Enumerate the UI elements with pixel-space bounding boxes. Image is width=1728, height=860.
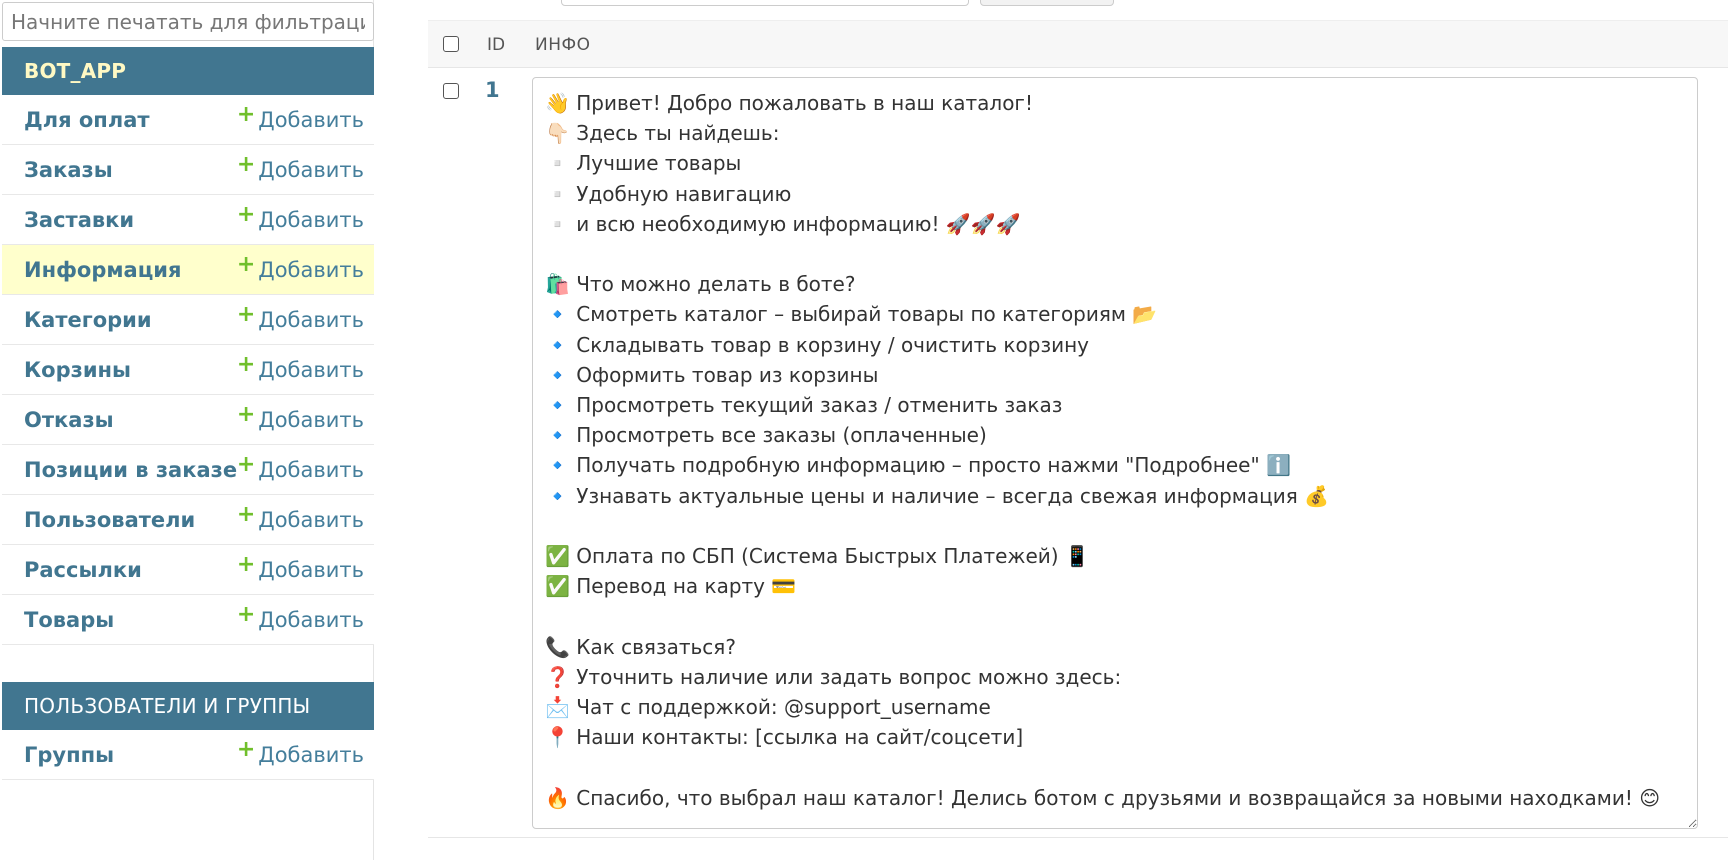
model-link-products[interactable]: Товары: [24, 595, 114, 645]
info-textarea[interactable]: 👋 Привет! Добро пожаловать в наш каталог…: [532, 77, 1698, 829]
column-header-id[interactable]: ID: [487, 21, 505, 69]
add-payments-button[interactable]: + Добавить: [237, 95, 364, 146]
select-all-checkbox[interactable]: [443, 36, 459, 52]
plus-icon: +: [236, 252, 256, 277]
sidebar-item-information: Информация + Добавить: [2, 245, 374, 295]
sidebar-item-products: Товары + Добавить: [2, 595, 374, 645]
model-link-splashes[interactable]: Заставки: [24, 195, 134, 245]
add-information-button[interactable]: + Добавить: [237, 245, 364, 296]
module-bot-app: BOT_APP Для оплат + Добавить Заказы + Доба…: [2, 47, 374, 645]
model-link-categories[interactable]: Категории: [24, 295, 152, 345]
plus-icon: +: [236, 737, 256, 762]
model-link-order-items[interactable]: Позиции в заказе: [24, 445, 237, 495]
row-id-link[interactable]: 1: [485, 78, 500, 102]
add-label: Добавить: [258, 408, 364, 432]
add-label: Добавить: [258, 308, 364, 332]
add-orders-button[interactable]: + Добавить: [237, 145, 364, 196]
add-carts-button[interactable]: + Добавить: [237, 345, 364, 396]
search-input[interactable]: [561, 0, 969, 6]
plus-icon: +: [236, 302, 256, 327]
plus-icon: +: [236, 552, 256, 577]
sidebar-item-groups: Группы + Добавить: [2, 730, 374, 780]
table-row: 1 👋 Привет! Добро пожаловать в наш катал…: [428, 68, 1728, 838]
add-users-button[interactable]: + Добавить: [237, 495, 364, 546]
add-label: Добавить: [258, 358, 364, 382]
table-header: ID ИНФО: [428, 20, 1728, 68]
model-link-information[interactable]: Информация: [24, 245, 181, 295]
add-mailings-button[interactable]: + Добавить: [237, 545, 364, 596]
plus-icon: +: [236, 402, 256, 427]
model-link-mailings[interactable]: Рассылки: [24, 545, 142, 595]
sidebar-item-splashes: Заставки + Добавить: [2, 195, 374, 245]
model-link-groups[interactable]: Группы: [24, 730, 114, 780]
add-refusals-button[interactable]: + Добавить: [237, 395, 364, 446]
add-label: Добавить: [258, 208, 364, 232]
module-auth: ПОЛЬЗОВАТЕЛИ И ГРУППЫ Группы + Добавить: [2, 682, 374, 780]
plus-icon: +: [236, 452, 256, 477]
plus-icon: +: [236, 102, 256, 127]
plus-icon: +: [236, 502, 256, 527]
add-categories-button[interactable]: + Добавить: [237, 295, 364, 346]
row-select-checkbox[interactable]: [443, 83, 459, 99]
results-table: ID ИНФО 1 👋 Привет! Добро пожаловать в н…: [428, 20, 1728, 838]
sidebar-item-refusals: Отказы + Добавить: [2, 395, 374, 445]
sidebar-item-users: Пользователи + Добавить: [2, 495, 374, 545]
sidebar-item-order-items: Позиции в заказе + Добавить: [2, 445, 374, 495]
add-label: Добавить: [258, 258, 364, 282]
add-splashes-button[interactable]: + Добавить: [237, 195, 364, 246]
sidebar-item-categories: Категории + Добавить: [2, 295, 374, 345]
sidebar-item-orders: Заказы + Добавить: [2, 145, 374, 195]
add-label: Добавить: [258, 608, 364, 632]
model-link-refusals[interactable]: Отказы: [24, 395, 114, 445]
add-label: Добавить: [258, 508, 364, 532]
module-caption-auth[interactable]: ПОЛЬЗОВАТЕЛИ И ГРУППЫ: [2, 682, 374, 730]
add-order-items-button[interactable]: + Добавить: [237, 445, 364, 496]
add-label: Добавить: [258, 743, 364, 767]
add-products-button[interactable]: + Добавить: [237, 595, 364, 646]
model-link-users[interactable]: Пользователи: [24, 495, 195, 545]
search-button[interactable]: [980, 0, 1114, 6]
nav-filter-input[interactable]: [2, 2, 374, 41]
sidebar-item-mailings: Рассылки + Добавить: [2, 545, 374, 595]
model-link-carts[interactable]: Корзины: [24, 345, 131, 395]
plus-icon: +: [236, 202, 256, 227]
add-groups-button[interactable]: + Добавить: [237, 730, 364, 781]
sidebar-item-payments: Для оплат + Добавить: [2, 95, 374, 145]
add-label: Добавить: [258, 108, 364, 132]
sidebar-nav: BOT_APP Для оплат +Добавить Заказы +Доба…: [2, 0, 374, 860]
plus-icon: +: [236, 602, 256, 627]
model-link-payments[interactable]: Для оплат: [24, 95, 150, 145]
changelist-content: ID ИНФО 1 👋 Привет! Добро пожаловать в н…: [428, 0, 1728, 860]
column-header-info[interactable]: ИНФО: [535, 21, 591, 69]
add-label: Добавить: [258, 558, 364, 582]
model-link-orders[interactable]: Заказы: [24, 145, 113, 195]
module-caption-bot-app[interactable]: BOT_APP: [2, 47, 374, 95]
add-label: Добавить: [258, 458, 364, 482]
plus-icon: +: [236, 352, 256, 377]
add-label: Добавить: [258, 158, 364, 182]
sidebar-item-carts: Корзины + Добавить: [2, 345, 374, 395]
plus-icon: +: [236, 152, 256, 177]
